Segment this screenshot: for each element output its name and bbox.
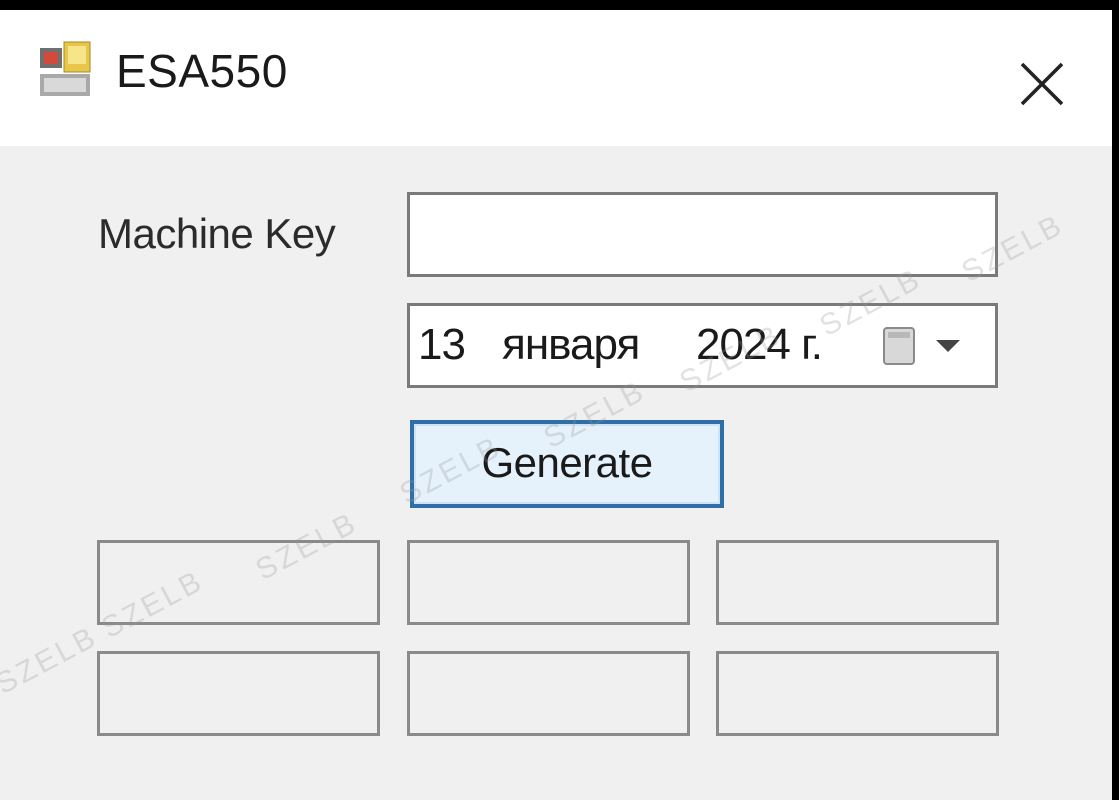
output-input-1-3[interactable] — [719, 543, 996, 622]
output-field-1-3 — [716, 540, 999, 625]
output-input-2-3[interactable] — [719, 654, 996, 733]
output-input-1-1[interactable] — [100, 543, 377, 622]
close-icon — [1020, 62, 1064, 106]
output-field-1-1 — [97, 540, 380, 625]
date-picker[interactable]: 13 января 2024 г. — [407, 303, 998, 388]
date-month[interactable]: января — [502, 320, 640, 370]
output-field-2-3 — [716, 651, 999, 736]
machine-key-label: Machine Key — [98, 210, 336, 257]
output-field-1-2 — [407, 540, 690, 625]
machine-key-field-box — [407, 192, 998, 277]
output-field-2-1 — [97, 651, 380, 736]
app-window: ESA550 Machine Key 13 января 2024 г. Gen… — [0, 0, 1119, 800]
form-body: Machine Key 13 января 2024 г. Generate S… — [0, 146, 1112, 800]
title-bar: ESA550 — [0, 10, 1112, 146]
output-input-2-1[interactable] — [100, 654, 377, 733]
date-year[interactable]: 2024 г. — [696, 320, 823, 370]
machine-key-input[interactable] — [410, 195, 995, 274]
output-input-2-2[interactable] — [410, 654, 687, 733]
watermark-text: SZELB — [0, 620, 104, 701]
output-input-1-2[interactable] — [410, 543, 687, 622]
window-title: ESA550 — [116, 45, 288, 97]
output-field-2-2 — [407, 651, 690, 736]
close-button[interactable] — [1004, 46, 1080, 122]
date-dropdown-button[interactable] — [880, 320, 984, 374]
application-icon — [36, 40, 94, 102]
calendar-dropdown-icon — [883, 327, 960, 365]
generate-button[interactable]: Generate — [410, 420, 724, 508]
date-day[interactable]: 13 — [418, 320, 466, 370]
